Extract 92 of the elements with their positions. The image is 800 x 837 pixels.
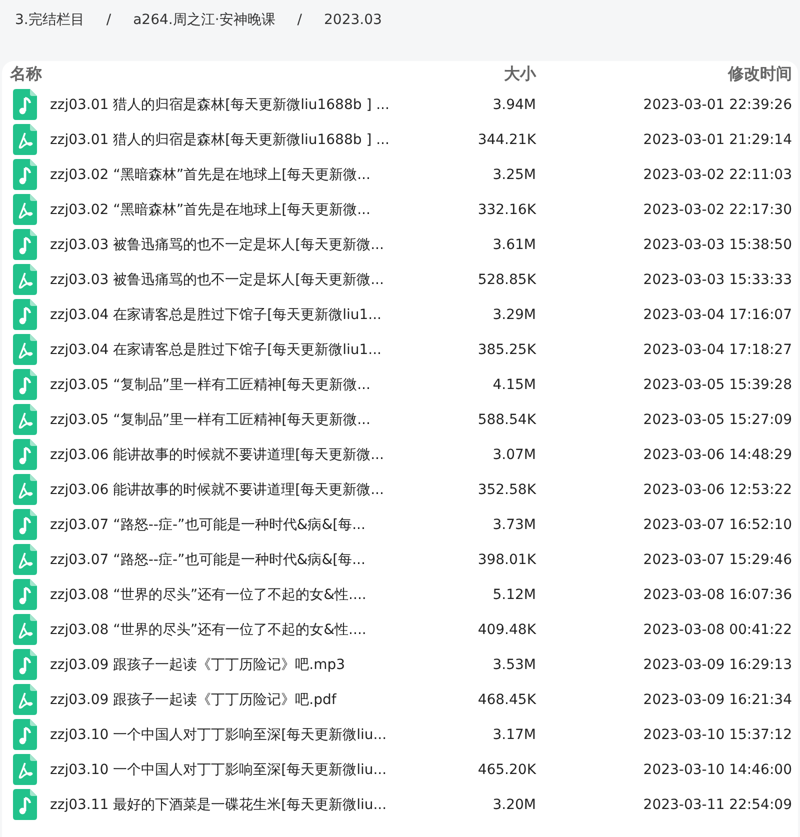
file-size: 3.20M: [492, 796, 536, 812]
file-size: 465.20K: [478, 762, 536, 778]
file-size: 3.07M: [492, 446, 536, 462]
modified-time: 2023-03-07 15:29:46: [643, 552, 792, 568]
file-size: 3.53M: [492, 656, 536, 672]
file-name[interactable]: zzj03.09 跟孩子一起读《丁丁历险记》吧.pdf: [50, 690, 336, 708]
music-file-icon: [13, 159, 37, 190]
music-file-icon: [13, 369, 37, 400]
file-name[interactable]: zzj03.10 一个中国人对丁丁影响至深[每天更新微liu...: [50, 726, 387, 744]
modified-time: 2023-03-05 15:27:09: [643, 412, 792, 428]
file-name[interactable]: zzj03.03 被鲁迅痛骂的也不一定是坏人[每天更新微...: [50, 236, 384, 254]
modified-time: 2023-03-04 17:16:07: [643, 306, 792, 322]
file-name[interactable]: zzj03.07 “路怒--症-”也可能是一种时代&病&[每...: [50, 516, 366, 534]
breadcrumb-link[interactable]: a264.周之江·安神晚课: [133, 11, 276, 29]
file-size: 3.73M: [492, 516, 536, 532]
file-size: 352.58K: [478, 482, 536, 498]
modified-time: 2023-03-01 22:39:26: [643, 96, 792, 112]
modified-time: 2023-03-09 16:21:34: [643, 692, 792, 708]
file-size: 4.15M: [492, 376, 536, 392]
file-size: 3.25M: [492, 166, 536, 182]
file-size: 385.25K: [478, 342, 536, 358]
file-size: 3.61M: [492, 236, 536, 252]
file-name[interactable]: zzj03.01 猎人的归宿是森林[每天更新微liu1688b ] ...: [50, 130, 390, 148]
music-file-icon: [13, 299, 37, 330]
file-size: 398.01K: [478, 552, 536, 568]
modified-time: 2023-03-05 15:39:28: [643, 376, 792, 392]
file-size: 409.48K: [478, 622, 536, 638]
modified-time: 2023-03-09 16:29:13: [643, 656, 792, 672]
breadcrumb-separator: /: [105, 12, 112, 28]
music-file-icon: [13, 229, 37, 260]
modified-time: 2023-03-07 16:52:10: [643, 516, 792, 532]
pdf-file-icon: [13, 124, 37, 155]
music-file-icon: [13, 649, 37, 680]
modified-time: 2023-03-03 15:33:33: [643, 272, 792, 288]
file-size: 332.16K: [478, 202, 536, 218]
modified-time: 2023-03-06 12:53:22: [643, 482, 792, 498]
column-header[interactable]: 修改时间: [536, 61, 792, 87]
pdf-file-icon: [13, 264, 37, 295]
file-name[interactable]: zzj03.04 在家请客总是胜过下馆子[每天更新微liu1...: [50, 340, 382, 358]
pdf-file-icon: [13, 684, 37, 715]
file-name[interactable]: zzj03.11 最好的下酒菜是一碟花生米[每天更新微liu...: [50, 796, 387, 814]
music-file-icon: [13, 789, 37, 820]
file-name[interactable]: zzj03.02 “黑暗森林”首先是在地球上[每天更新微...: [50, 166, 370, 184]
file-size: 468.45K: [478, 692, 536, 708]
file-name[interactable]: zzj03.07 “路怒--症-”也可能是一种时代&病&[每...: [50, 550, 366, 568]
modified-time: 2023-03-10 14:46:00: [643, 762, 792, 778]
pdf-file-icon: [13, 614, 37, 645]
modified-time: 2023-03-11 22:54:09: [643, 796, 792, 812]
modified-time: 2023-03-08 16:07:36: [643, 586, 792, 602]
column-header[interactable]: 名称: [10, 61, 412, 87]
file-name[interactable]: zzj03.06 能讲故事的时候就不要讲道理[每天更新微...: [50, 480, 384, 498]
file-name[interactable]: zzj03.05 “复制品”里一样有工匠精神[每天更新微...: [50, 410, 370, 428]
pdf-file-icon: [13, 474, 37, 505]
file-size: 3.29M: [492, 306, 536, 322]
pdf-file-icon: [13, 404, 37, 435]
modified-time: 2023-03-10 15:37:12: [643, 726, 792, 742]
file-name[interactable]: zzj03.03 被鲁迅痛骂的也不一定是坏人[每天更新微...: [50, 270, 384, 288]
modified-time: 2023-03-04 17:18:27: [643, 342, 792, 358]
breadcrumb-separator: /: [296, 12, 303, 28]
modified-time: 2023-03-03 15:38:50: [643, 236, 792, 252]
file-name[interactable]: zzj03.05 “复制品”里一样有工匠精神[每天更新微...: [50, 376, 370, 394]
music-file-icon: [13, 439, 37, 470]
file-name[interactable]: zzj03.06 能讲故事的时候就不要讲道理[每天更新微...: [50, 446, 384, 464]
music-file-icon: [13, 89, 37, 120]
file-name[interactable]: zzj03.10 一个中国人对丁丁影响至深[每天更新微liu...: [50, 760, 387, 778]
music-file-icon: [13, 509, 37, 540]
pdf-file-icon: [13, 544, 37, 575]
file-name[interactable]: zzj03.04 在家请客总是胜过下馆子[每天更新微liu1...: [50, 306, 382, 324]
music-file-icon: [13, 579, 37, 610]
file-size: 3.17M: [492, 726, 536, 742]
pdf-file-icon: [13, 334, 37, 365]
file-name[interactable]: zzj03.01 猎人的归宿是森林[每天更新微liu1688b ] ...: [50, 96, 390, 114]
pdf-file-icon: [13, 754, 37, 785]
modified-time: 2023-03-02 22:17:30: [643, 202, 792, 218]
file-name[interactable]: zzj03.09 跟孩子一起读《丁丁历险记》吧.mp3: [50, 656, 345, 674]
modified-time: 2023-03-08 00:41:22: [643, 622, 792, 638]
file-name[interactable]: zzj03.02 “黑暗森林”首先是在地球上[每天更新微...: [50, 200, 370, 218]
file-size: 5.12M: [492, 586, 536, 602]
file-size: 588.54K: [478, 412, 536, 428]
column-header[interactable]: 大小: [412, 61, 536, 87]
modified-time: 2023-03-06 14:48:29: [643, 446, 792, 462]
music-file-icon: [13, 719, 37, 750]
breadcrumb-link[interactable]: 3.完结栏目: [15, 11, 84, 29]
pdf-file-icon: [13, 194, 37, 225]
file-name[interactable]: zzj03.08 “世界的尽头”还有一位了不起的女&性....: [50, 620, 366, 638]
file-size: 3.94M: [492, 96, 536, 112]
file-size: 528.85K: [478, 272, 536, 288]
file-name[interactable]: zzj03.08 “世界的尽头”还有一位了不起的女&性....: [50, 586, 366, 604]
modified-time: 2023-03-02 22:11:03: [643, 166, 792, 182]
modified-time: 2023-03-01 21:29:14: [643, 132, 792, 148]
breadcrumb-link[interactable]: 2023.03: [324, 12, 382, 28]
file-size: 344.21K: [478, 132, 536, 148]
